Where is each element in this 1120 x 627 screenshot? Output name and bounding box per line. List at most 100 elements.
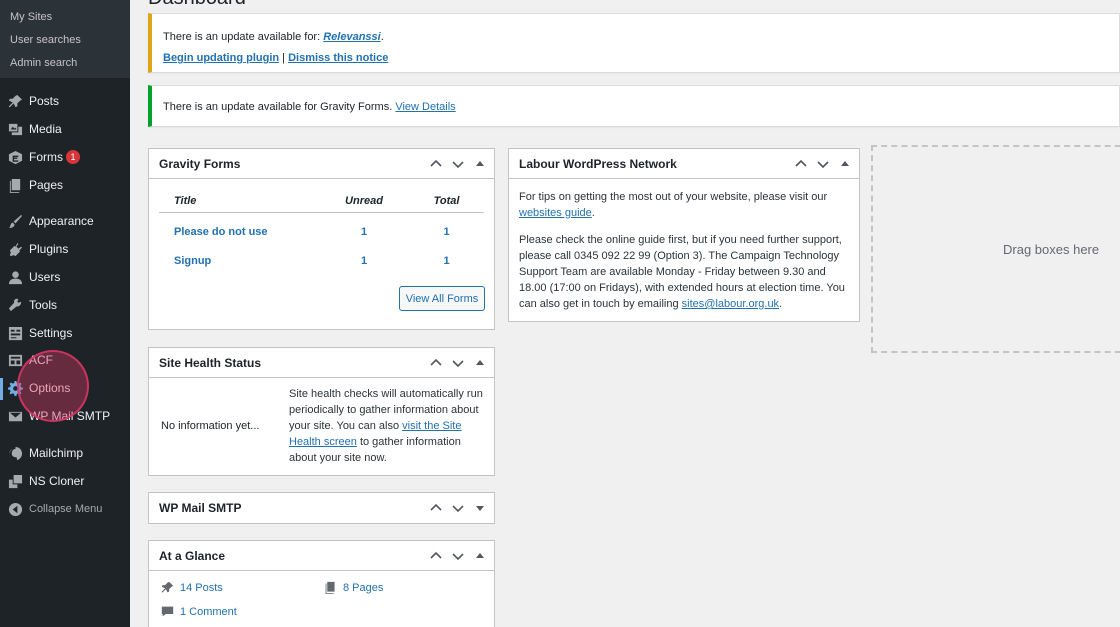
pin-icon xyxy=(161,581,174,593)
collapse-menu-button[interactable]: Collapse Menu xyxy=(0,496,130,522)
gravity-forms-widget: Gravity Forms Title Unread Total Please … xyxy=(148,148,495,330)
sidebar-item-label: Tools xyxy=(29,298,58,312)
labour-text: . xyxy=(591,207,595,219)
widget-title: Gravity Forms xyxy=(159,156,241,171)
form-title-link[interactable]: Please do not use xyxy=(174,226,268,238)
sidebar-item-pages[interactable]: Pages xyxy=(0,172,130,198)
collapse-menu-label: Collapse Menu xyxy=(29,503,103,515)
move-down-icon[interactable] xyxy=(450,548,466,564)
sidebar-item-label: ACF xyxy=(29,353,53,367)
form-total-link[interactable]: 1 xyxy=(424,226,469,238)
move-up-icon[interactable] xyxy=(428,156,444,172)
toggle-panel-icon[interactable] xyxy=(837,156,853,172)
column-title: Title xyxy=(174,194,197,207)
move-up-icon[interactable] xyxy=(793,156,809,172)
toggle-panel-icon[interactable] xyxy=(472,156,488,172)
notice-text: There is an update available for Gravity… xyxy=(163,101,393,113)
dashboard-main: Dashboard There is an update available f… xyxy=(130,0,1120,627)
mailchimp-icon xyxy=(8,446,23,461)
sidebar-item-label: Posts xyxy=(29,94,60,108)
dismiss-notice-link[interactable]: Dismiss this notice xyxy=(288,52,388,64)
sidebar-item-settings[interactable]: Settings xyxy=(0,320,130,346)
plugin-icon xyxy=(8,242,23,257)
form-unread-link[interactable]: 1 xyxy=(334,255,394,267)
sidebar-item-tools[interactable]: Tools xyxy=(0,292,130,318)
sidebar-item-wp-mail-smtp[interactable]: WP Mail SMTP xyxy=(0,403,130,429)
admin-sidebar: My Sites User searches Admin search Post… xyxy=(0,0,130,627)
at-a-glance-widget: At a Glance 14 Posts 8 Pages 1 Comment xyxy=(148,540,495,627)
move-up-icon[interactable] xyxy=(428,355,444,371)
pages-icon xyxy=(325,581,335,594)
forms-table: Title Unread Total Please do not use 1 1… xyxy=(159,189,484,275)
pages-count-link[interactable]: 8 Pages xyxy=(343,582,383,594)
form-total-link[interactable]: 1 xyxy=(424,255,469,267)
sidebar-item-label: Mailchimp xyxy=(29,446,84,460)
drag-boxes-zone[interactable]: Drag boxes here xyxy=(871,145,1120,353)
form-title-link[interactable]: Signup xyxy=(174,255,211,267)
move-up-icon[interactable] xyxy=(428,548,444,564)
site-health-description: Site health checks will automatically ru… xyxy=(289,386,484,466)
submenu-user-searches[interactable]: User searches xyxy=(10,33,81,47)
sidebar-item-plugins[interactable]: Plugins xyxy=(0,236,130,262)
widget-header: At a Glance xyxy=(149,541,494,571)
table-row: Please do not use 1 1 xyxy=(159,217,484,246)
sidebar-item-label: Options xyxy=(29,381,71,395)
notice-text: There is an update available for: xyxy=(163,31,321,43)
widget-header: Labour WordPress Network xyxy=(509,149,859,179)
labour-paragraph-support: Please check the online guide first, but… xyxy=(519,232,851,312)
posts-count-link[interactable]: 14 Posts xyxy=(180,582,223,594)
sidebar-item-label: Pages xyxy=(29,178,64,192)
widget-header: Gravity Forms xyxy=(149,149,494,179)
begin-updating-plugin-link[interactable]: Begin updating plugin xyxy=(163,52,279,64)
sidebar-item-posts[interactable]: Posts xyxy=(0,88,130,114)
notice-period: . xyxy=(380,31,384,43)
sidebar-item-label: Appearance xyxy=(29,214,94,228)
view-all-forms-button[interactable]: View All Forms xyxy=(399,286,485,311)
sidebar-item-mailchimp[interactable]: Mailchimp xyxy=(0,440,130,466)
sidebar-item-forms[interactable]: Forms 1 xyxy=(0,144,130,170)
sidebar-item-appearance[interactable]: Appearance xyxy=(0,208,130,234)
site-health-status-text: No information yet... xyxy=(161,420,260,432)
sidebar-item-acf[interactable]: ACF xyxy=(0,347,130,373)
sidebar-item-media[interactable]: Media xyxy=(0,116,130,142)
labour-network-widget: Labour WordPress Network For tips on get… xyxy=(508,148,860,322)
sidebar-item-label: Plugins xyxy=(29,242,69,256)
form-unread-link[interactable]: 1 xyxy=(334,226,394,238)
toggle-panel-icon[interactable] xyxy=(472,500,488,516)
comments-count-link[interactable]: 1 Comment xyxy=(180,606,237,618)
move-up-icon[interactable] xyxy=(428,500,444,516)
relevanssi-update-notice: There is an update available for: Releva… xyxy=(148,13,1120,73)
sidebar-item-ns-cloner[interactable]: NS Cloner xyxy=(0,468,130,494)
column-unread: Unread xyxy=(345,194,383,207)
paintbrush-icon xyxy=(8,214,23,229)
sidebar-item-label: Users xyxy=(29,270,61,284)
sidebar-item-users[interactable]: Users xyxy=(0,264,130,290)
websites-guide-link[interactable]: websites guide xyxy=(519,207,592,219)
toggle-panel-icon[interactable] xyxy=(472,355,488,371)
support-email-link[interactable]: sites@labour.org.uk xyxy=(682,298,779,310)
labour-paragraph-tips: For tips on getting the most out of your… xyxy=(519,189,851,221)
sidebar-item-options[interactable]: Options xyxy=(0,375,130,401)
move-down-icon[interactable] xyxy=(450,500,466,516)
move-down-icon[interactable] xyxy=(450,156,466,172)
relevanssi-plugin-link[interactable]: Relevanssi xyxy=(323,31,380,43)
move-down-icon[interactable] xyxy=(450,355,466,371)
move-down-icon[interactable] xyxy=(815,156,831,172)
settings-icon xyxy=(8,326,23,341)
forms-update-badge: 1 xyxy=(66,150,80,164)
glance-pages[interactable]: 8 Pages xyxy=(324,581,383,594)
gear-icon xyxy=(8,380,23,396)
widget-title: At a Glance xyxy=(159,548,226,563)
submenu-my-sites[interactable]: My Sites xyxy=(10,10,52,24)
glance-comments[interactable]: 1 Comment xyxy=(161,605,237,618)
sidebar-item-label: Settings xyxy=(29,326,73,340)
users-icon xyxy=(8,270,23,285)
acf-icon xyxy=(8,353,23,368)
drag-boxes-label: Drag boxes here xyxy=(1003,242,1100,257)
glance-posts[interactable]: 14 Posts xyxy=(161,581,223,594)
labour-text: For tips on getting the most out of your… xyxy=(519,191,828,203)
submenu-admin-search[interactable]: Admin search xyxy=(10,56,77,70)
toggle-panel-icon[interactable] xyxy=(472,548,488,564)
view-details-link[interactable]: View Details xyxy=(395,101,455,113)
notice-separator: | xyxy=(282,52,286,64)
